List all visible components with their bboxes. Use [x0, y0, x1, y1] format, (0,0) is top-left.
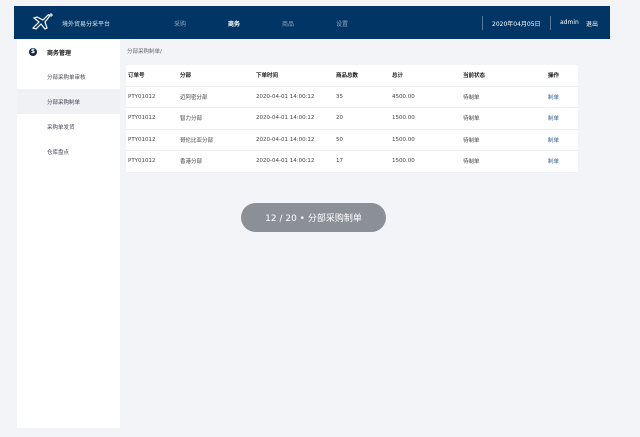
- table-row: PTY01012 香港分部 2020-04-01 14:00:12 17 1500.00…: [126, 151, 578, 173]
- table-cell: 待制单: [463, 94, 480, 101]
- table-cell: 4500.00: [392, 93, 415, 100]
- sidebar: $ 商务管理 分部采购单审核 分部采购制单 采购单发货 仓库盘点: [17, 40, 120, 428]
- sidebar-group-label: 商务管理: [47, 49, 72, 57]
- sidebar-item-create-order[interactable]: 分部采购制单: [17, 89, 120, 114]
- table-cell: PTY01012: [128, 93, 156, 100]
- table-cell: 香港分部: [180, 159, 203, 166]
- table-cell: PTY01012: [128, 136, 156, 143]
- table-cell: PTY01012: [128, 115, 156, 122]
- table-cell: 2020-04-01 14:00:12: [256, 93, 315, 100]
- table-cell: 待制单: [463, 116, 480, 123]
- divider: [482, 16, 483, 30]
- sidebar-item-shipping[interactable]: 采购单发货: [17, 114, 120, 139]
- date-label: 2020年04月05日: [492, 21, 541, 28]
- nav-settings[interactable]: 设置: [336, 19, 348, 28]
- table-cell: 待制单: [463, 137, 480, 144]
- divider: [550, 16, 551, 30]
- column-header: 商品总数: [336, 73, 359, 80]
- table-cell: 1500.00: [392, 158, 415, 165]
- column-header: 当前状态: [463, 73, 486, 80]
- breadcrumb: 分部采购制单/: [127, 49, 162, 55]
- table-cell: 1500.00: [392, 136, 415, 143]
- table-cell: 50: [336, 136, 343, 143]
- sidebar-group-business[interactable]: $ 商务管理: [17, 40, 120, 64]
- orders-table: 订单号 分部 下单时间 商品总数 总计 当前状态 操作 PTY01012 迈阿密分部 2020-0…: [126, 65, 578, 173]
- create-order-link[interactable]: 制单: [548, 136, 559, 144]
- column-header: 分部: [180, 73, 192, 80]
- table-cell: 哥伦比亚分部: [180, 137, 214, 144]
- table-cell: 35: [336, 93, 343, 100]
- app-title: 境外贸易分采平台: [62, 21, 111, 28]
- toast-message: 12 / 20 • 分部采购制单: [241, 203, 386, 232]
- sidebar-item-review[interactable]: 分部采购单审核: [17, 64, 120, 89]
- column-header: 下单时间: [256, 73, 279, 80]
- top-header: 境外贸易分采平台 采购 商务 商品 设置 2020年04月05日 admin 退…: [14, 6, 610, 39]
- user-name[interactable]: admin: [560, 19, 579, 26]
- table-cell: 20: [336, 115, 343, 122]
- table-row: PTY01012 迈阿密分部 2020-04-01 14:00:12 35 4500.0…: [126, 87, 578, 108]
- table-cell: 17: [336, 158, 343, 165]
- table-cell: 智力分部: [180, 116, 203, 123]
- dollar-icon: $: [29, 48, 37, 56]
- table-cell: 2020-04-01 14:00:12: [256, 136, 315, 143]
- table-cell: 2020-04-01 14:00:12: [256, 158, 315, 165]
- table-header-row: 订单号 分部 下单时间 商品总数 总计 当前状态 操作: [126, 65, 578, 87]
- table-cell: 迈阿密分部: [180, 94, 208, 101]
- logout-link[interactable]: 退出: [586, 19, 598, 28]
- table-cell: PTY01012: [128, 158, 156, 165]
- create-order-link[interactable]: 制单: [548, 93, 559, 101]
- nav-business[interactable]: 商务: [228, 19, 240, 28]
- column-header: 操作: [548, 73, 560, 80]
- table-row: PTY01012 哥伦比亚分部 2020-04-01 14:00:12 50 1500.…: [126, 130, 578, 151]
- column-header: 订单号: [128, 73, 145, 80]
- create-order-link[interactable]: 制单: [548, 157, 559, 165]
- table-cell: 待制单: [463, 159, 480, 166]
- sidebar-item-inventory[interactable]: 仓库盘点: [17, 139, 120, 164]
- table-cell: 1500.00: [392, 115, 415, 122]
- nav-goods[interactable]: 商品: [282, 19, 294, 28]
- plane-logo-icon: [31, 13, 53, 30]
- create-order-link[interactable]: 制单: [548, 114, 559, 122]
- nav-purchase[interactable]: 采购: [174, 19, 186, 28]
- table-row: PTY01012 智力分部 2020-04-01 14:00:12 20 1500.00…: [126, 108, 578, 130]
- table-cell: 2020-04-01 14:00:12: [256, 115, 315, 122]
- column-header: 总计: [392, 73, 404, 80]
